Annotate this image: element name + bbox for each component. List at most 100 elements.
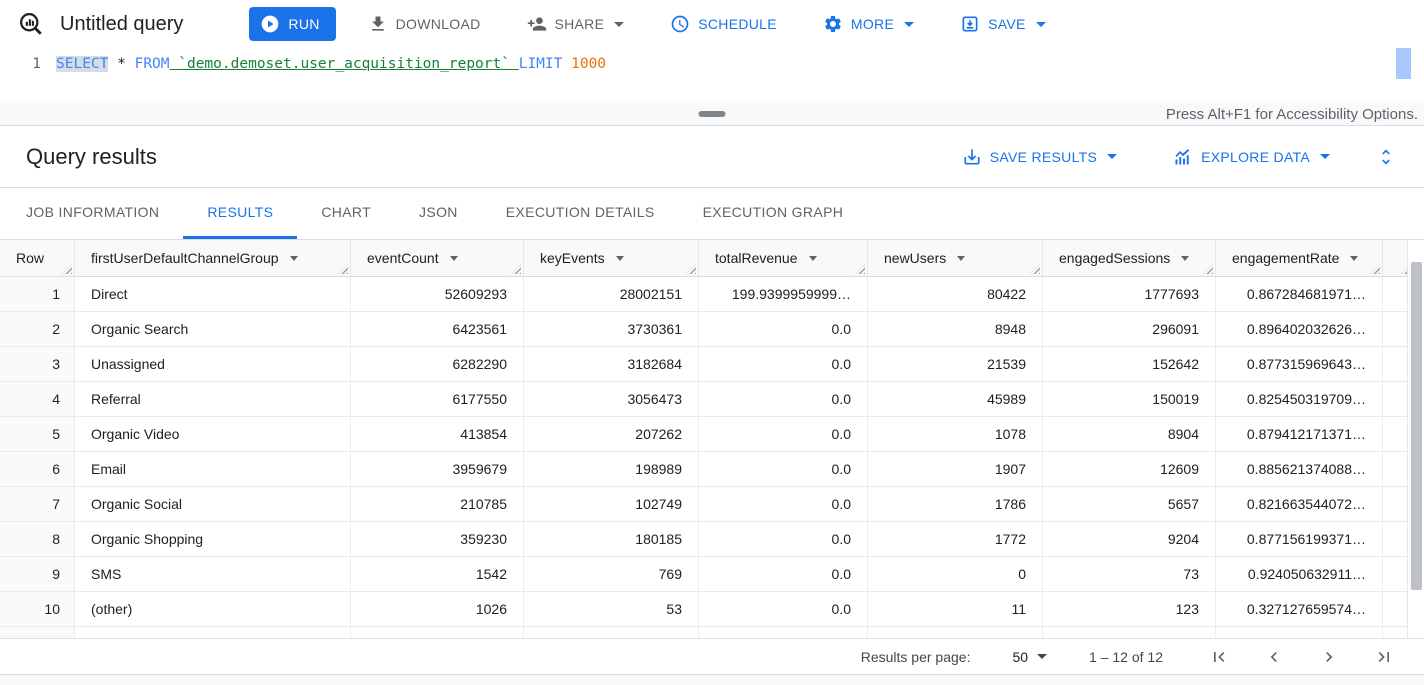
download-button[interactable]: DOWNLOAD (358, 6, 491, 42)
cell-engagedsessions: 6 (1043, 627, 1216, 638)
tab-json[interactable]: JSON (395, 188, 482, 239)
save-button[interactable]: SAVE (950, 6, 1056, 42)
first-page-icon (1209, 647, 1229, 667)
tab-execution-graph[interactable]: EXECUTION GRAPH (679, 188, 868, 239)
cell-engagementrate: 0.879412171371… (1216, 417, 1383, 451)
schedule-button[interactable]: SCHEDULE (660, 6, 787, 42)
column-label: eventCount (367, 250, 439, 266)
sql-star: * (108, 56, 134, 72)
column-header-newusers[interactable]: newUsers (868, 240, 1043, 276)
bigquery-query-icon (18, 11, 45, 38)
column-resize-handle[interactable] (686, 264, 696, 274)
column-header-engagedsessions[interactable]: engagedSessions (1043, 240, 1216, 276)
cell-eventcount: 3959679 (351, 452, 524, 486)
editor-footer-strip: Press Alt+F1 for Accessibility Options. (0, 103, 1424, 126)
column-resize-handle[interactable] (338, 264, 348, 274)
chevron-right-button[interactable] (1319, 647, 1339, 667)
cell-engagementrate: 0.327127659574… (1216, 592, 1383, 626)
chevron-right-icon (1319, 647, 1339, 667)
accessibility-hint: Press Alt+F1 for Accessibility Options. (1166, 106, 1418, 123)
column-resize-handle[interactable] (1370, 264, 1380, 274)
cell-keyevents: 180185 (524, 522, 699, 556)
editor-scrollbar-thumb[interactable] (1396, 48, 1411, 79)
cell-totalrevenue: 0.0 (699, 452, 868, 486)
play-circle-icon (260, 14, 280, 34)
tab-chart[interactable]: CHART (297, 188, 395, 239)
person-add-icon (527, 14, 547, 34)
cell-newusers: 2 (868, 627, 1043, 638)
column-resize-handle[interactable] (1203, 264, 1213, 274)
line-number: 1 (0, 48, 56, 103)
page-range-text: 1 – 12 of 12 (1089, 649, 1163, 665)
cell-engagedsessions: 152642 (1043, 347, 1216, 381)
column-label: firstUserDefaultChannelGroup (91, 250, 279, 266)
page-size-select[interactable]: 50 (1012, 649, 1047, 665)
column-resize-handle[interactable] (855, 264, 865, 274)
chevron-down-icon (1036, 22, 1046, 27)
first-page-button[interactable] (1209, 647, 1229, 667)
chevron-left-icon (1264, 647, 1284, 667)
grid-scrollbar-thumb[interactable] (1411, 262, 1422, 590)
tab-execution-details[interactable]: EXECUTION DETAILS (482, 188, 679, 239)
column-menu-caret-icon[interactable] (290, 256, 298, 261)
more-button[interactable]: MORE (813, 6, 924, 42)
cell-engagedsessions: 123 (1043, 592, 1216, 626)
column-header-totalrevenue[interactable]: totalRevenue (699, 240, 868, 276)
column-header-row[interactable]: Row (0, 240, 75, 276)
row-number-cell: 3 (0, 347, 75, 381)
column-menu-caret-icon[interactable] (616, 256, 624, 261)
sql-code-line[interactable]: SELECT * FROM `demo.demoset.user_acquisi… (56, 48, 606, 103)
cell-totalrevenue: 0.0 (699, 382, 868, 416)
column-header-keyevents[interactable]: keyEvents (524, 240, 699, 276)
query-toolbar: Untitled query RUN DOWNLOAD SHARE SCHEDU… (0, 0, 1424, 48)
table-row: 7Organic Social2107851027490.0178656570.… (0, 487, 1424, 522)
cell-engagedsessions: 12609 (1043, 452, 1216, 486)
cell-firstuserdefaultchannelgroup: Organic Search (75, 312, 351, 346)
run-button[interactable]: RUN (249, 7, 335, 41)
cell-engagedsessions: 73 (1043, 557, 1216, 591)
save-results-button[interactable]: SAVE RESULTS (952, 139, 1127, 175)
results-tab-bar: JOB INFORMATIONRESULTSCHARTJSONEXECUTION… (0, 188, 1424, 240)
sql-editor[interactable]: 1 SELECT * FROM `demo.demoset.user_acqui… (0, 48, 1424, 103)
last-page-button[interactable] (1374, 647, 1394, 667)
splitter-drag-handle[interactable] (699, 111, 726, 117)
table-row: 10(other)1026530.0111230.327127659574… (0, 592, 1424, 627)
cell-keyevents: 207262 (524, 417, 699, 451)
table-row: 9SMS15427690.00730.924050632911… (0, 557, 1424, 592)
column-resize-handle[interactable] (511, 264, 521, 274)
table-row: 11Paid Social9371340.0261.0 (0, 627, 1424, 638)
column-menu-caret-icon[interactable] (1350, 256, 1358, 261)
cell-firstuserdefaultchannelgroup: Organic Video (75, 417, 351, 451)
row-number-cell: 10 (0, 592, 75, 626)
column-resize-handle[interactable] (62, 264, 72, 274)
column-header-engagementrate[interactable]: engagementRate (1216, 240, 1383, 276)
explore-data-button[interactable]: EXPLORE DATA (1163, 139, 1340, 175)
column-label: totalRevenue (715, 250, 798, 266)
chart-icon (1173, 147, 1193, 167)
column-menu-caret-icon[interactable] (809, 256, 817, 261)
cell-eventcount: 937 (351, 627, 524, 638)
cell-firstuserdefaultchannelgroup: Unassigned (75, 347, 351, 381)
column-header-firstuserdefaultchannelgroup[interactable]: firstUserDefaultChannelGroup (75, 240, 351, 276)
column-resize-handle[interactable] (1030, 264, 1040, 274)
cell-firstuserdefaultchannelgroup: Organic Shopping (75, 522, 351, 556)
chevron-left-button[interactable] (1264, 647, 1284, 667)
tab-job-information[interactable]: JOB INFORMATION (2, 188, 183, 239)
cell-newusers: 21539 (868, 347, 1043, 381)
cell-totalrevenue: 0.0 (699, 592, 868, 626)
row-number-cell: 8 (0, 522, 75, 556)
cell-totalrevenue: 0.0 (699, 557, 868, 591)
sql-table-reference[interactable]: `demo.demoset.user_acquisition_report` (170, 56, 519, 72)
cell-engagementrate: 1.0 (1216, 627, 1383, 638)
cell-engagementrate: 0.877156199371… (1216, 522, 1383, 556)
column-menu-caret-icon[interactable] (1181, 256, 1189, 261)
sql-keyword-from: FROM (135, 56, 170, 72)
column-header-eventcount[interactable]: eventCount (351, 240, 524, 276)
cell-engagementrate: 0.924050632911… (1216, 557, 1383, 591)
row-number-cell: 7 (0, 487, 75, 521)
column-menu-caret-icon[interactable] (957, 256, 965, 261)
column-menu-caret-icon[interactable] (450, 256, 458, 261)
expand-panel-button[interactable] (1370, 139, 1402, 175)
tab-results[interactable]: RESULTS (183, 188, 297, 239)
share-button[interactable]: SHARE (517, 6, 635, 42)
